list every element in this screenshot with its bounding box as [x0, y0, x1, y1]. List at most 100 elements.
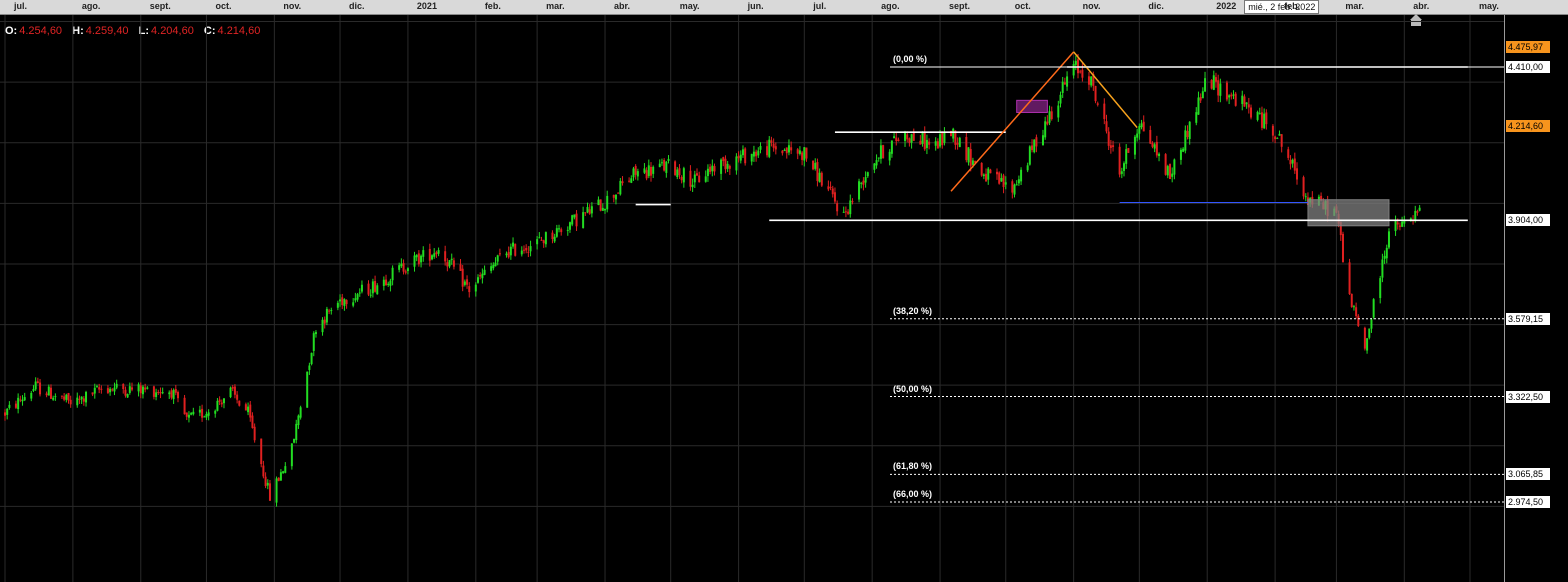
x-tick-label: dic.	[1148, 1, 1164, 11]
candle-body	[873, 163, 876, 170]
candle-body	[312, 333, 315, 351]
candle-body	[446, 262, 449, 267]
candle-body	[709, 166, 712, 172]
candle-body	[980, 162, 983, 176]
candle-body	[260, 438, 263, 465]
candle-body	[65, 394, 68, 400]
candle-body	[1000, 177, 1003, 182]
candle-body	[159, 392, 162, 394]
candle-body	[958, 137, 961, 148]
candle-body	[422, 250, 425, 257]
candle-body	[371, 281, 374, 294]
candle-body	[755, 151, 758, 157]
candle-body	[1366, 338, 1369, 351]
candle-body	[1109, 145, 1112, 148]
trend-line	[1073, 51, 1138, 129]
candle-body	[693, 174, 696, 183]
candle-body	[551, 232, 554, 240]
candle-body	[1291, 159, 1294, 164]
candle-body	[229, 387, 232, 398]
candle-body	[1020, 169, 1023, 182]
candle-body	[216, 400, 219, 411]
x-tick-label: jun.	[747, 1, 764, 11]
candle-body	[921, 132, 924, 144]
candle-body	[1066, 76, 1069, 87]
candle-body	[827, 186, 830, 190]
candle-body	[630, 178, 633, 183]
candle-body	[971, 160, 974, 165]
candle-body	[63, 396, 66, 400]
candle-body	[1017, 179, 1020, 184]
candle-body	[190, 413, 193, 415]
candle-body	[877, 157, 880, 159]
candle-body	[95, 386, 98, 388]
candle-body	[398, 265, 401, 270]
candle-body	[1357, 315, 1360, 327]
candle-body	[161, 392, 164, 394]
candle-body	[218, 399, 221, 402]
candle-body	[131, 387, 134, 390]
candle-body	[706, 168, 709, 177]
candle-body	[367, 283, 370, 295]
fibonacci-label: (61,80 %)	[893, 461, 933, 472]
candle-body	[106, 388, 109, 393]
candle-body	[1385, 247, 1388, 259]
candle-body	[1168, 164, 1171, 180]
candle-body	[757, 150, 760, 156]
candle-body	[468, 286, 471, 293]
candle-body	[831, 188, 834, 195]
candle-body	[1184, 130, 1187, 151]
candle-body	[282, 471, 285, 474]
candle-body	[1063, 82, 1066, 85]
candle-body	[660, 162, 663, 164]
candle-body	[420, 255, 423, 263]
candle-body	[1204, 78, 1207, 92]
candle-body	[187, 414, 190, 418]
candle-body	[1105, 121, 1108, 132]
candlestick-chart[interactable]	[0, 0, 1568, 582]
candle-body	[882, 145, 885, 159]
candle-body	[314, 332, 317, 335]
candle-body	[781, 150, 784, 154]
candle-body	[54, 396, 57, 398]
candle-body	[297, 415, 300, 426]
candle-body	[36, 381, 39, 383]
candle-body	[406, 268, 409, 272]
candle-body	[586, 207, 589, 213]
candle-body	[1350, 293, 1353, 307]
candle-body	[34, 381, 37, 390]
candle-body	[904, 132, 907, 141]
candle-body	[566, 229, 569, 231]
candle-body	[1057, 105, 1060, 118]
candle-body	[402, 263, 405, 272]
candle-body	[588, 209, 591, 214]
candle-body	[814, 162, 817, 169]
candle-body	[203, 416, 206, 418]
candle-body	[1182, 148, 1185, 152]
candle-body	[925, 139, 928, 149]
candle-body	[492, 264, 495, 269]
candle-body	[172, 389, 175, 400]
candle-body	[866, 172, 869, 177]
candle-body	[1302, 177, 1305, 197]
candle-body	[726, 163, 729, 169]
candle-body	[647, 165, 650, 177]
chart-grid	[0, 15, 1504, 582]
candle-body	[183, 397, 186, 415]
candle-body	[308, 365, 311, 370]
candle-body	[1059, 94, 1062, 104]
candle-body	[606, 195, 609, 210]
candle-body	[759, 146, 762, 150]
candle-body	[785, 147, 788, 154]
candle-body	[448, 260, 451, 267]
candle-body	[939, 134, 942, 147]
candle-body	[1011, 181, 1014, 193]
x-tick-label: mar.	[1345, 1, 1364, 11]
price-label: 2.974,50	[1506, 496, 1550, 508]
candle-body	[483, 269, 486, 275]
candle-body	[461, 268, 464, 287]
candle-body	[1348, 262, 1351, 295]
candle-body	[864, 177, 867, 183]
candle-body	[8, 404, 11, 408]
candle-body	[1188, 121, 1191, 139]
